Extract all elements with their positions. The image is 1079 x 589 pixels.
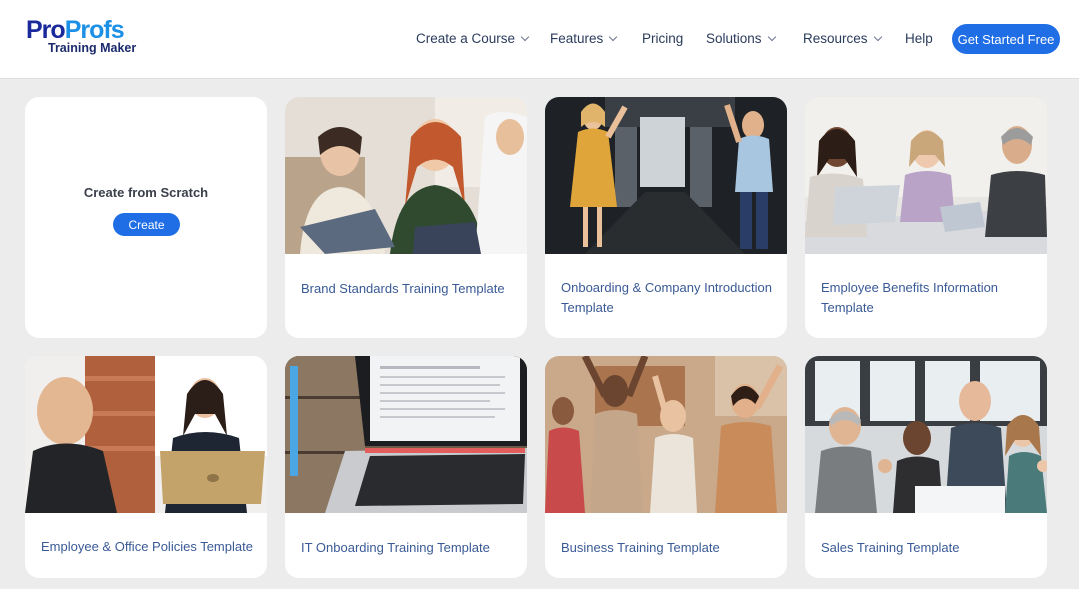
- thumbs-up-team-photo: [805, 356, 1047, 513]
- template-title: Brand Standards Training Template: [301, 281, 505, 296]
- create-from-scratch-card: Create from Scratch Create: [25, 97, 267, 338]
- create-button[interactable]: Create: [113, 213, 180, 236]
- cheering-team-photo: [545, 356, 787, 513]
- template-card-it-onboarding-training[interactable]: IT Onboarding Training Template: [285, 356, 527, 578]
- template-card-business-training[interactable]: Business Training Template: [545, 356, 787, 578]
- office-welcome-photo: [545, 97, 787, 254]
- nav-pricing[interactable]: Pricing: [642, 31, 683, 47]
- template-title: Sales Training Template: [821, 540, 960, 555]
- nav-create-a-course[interactable]: Create a Course: [416, 31, 530, 47]
- get-started-free-button[interactable]: Get Started Free: [952, 24, 1060, 54]
- interview-laptop-photo: [25, 356, 267, 513]
- template-title: Onboarding & Company Introduction Templa…: [561, 280, 773, 315]
- chevron-down-icon: [609, 32, 618, 42]
- template-title: Employee & Office Policies Template: [41, 539, 253, 554]
- create-from-scratch-label: Create from Scratch: [83, 185, 209, 200]
- template-card-sales-training[interactable]: Sales Training Template: [805, 356, 1047, 578]
- chevron-down-icon: [873, 32, 882, 42]
- template-title: Employee Benefits Information Template: [821, 280, 999, 315]
- main-nav: Create a Course Features Pricing Solutio…: [0, 0, 1079, 79]
- site-header: ProProfs Training Maker Create a Course …: [0, 0, 1079, 79]
- template-card-onboarding-company-introduction[interactable]: Onboarding & Company Introduction Templa…: [545, 97, 787, 338]
- template-card-employee-benefits-information[interactable]: Employee Benefits Information Template: [805, 97, 1047, 338]
- template-card-employee-office-policies[interactable]: Employee & Office Policies Template: [25, 356, 267, 578]
- chevron-down-icon: [520, 32, 530, 42]
- nav-features[interactable]: Features: [550, 31, 618, 47]
- template-title: IT Onboarding Training Template: [301, 540, 490, 555]
- nav-help[interactable]: Help: [905, 31, 933, 47]
- nav-solutions[interactable]: Solutions: [706, 31, 776, 47]
- chevron-down-icon: [767, 32, 776, 42]
- discussion-table-photo: [805, 97, 1047, 254]
- laptop-document-photo: [285, 356, 527, 513]
- nav-resources[interactable]: Resources: [803, 31, 882, 47]
- template-title: Business Training Template: [561, 540, 720, 555]
- template-card-brand-standards[interactable]: Brand Standards Training Template: [285, 97, 527, 338]
- team-meeting-photo: [285, 97, 527, 254]
